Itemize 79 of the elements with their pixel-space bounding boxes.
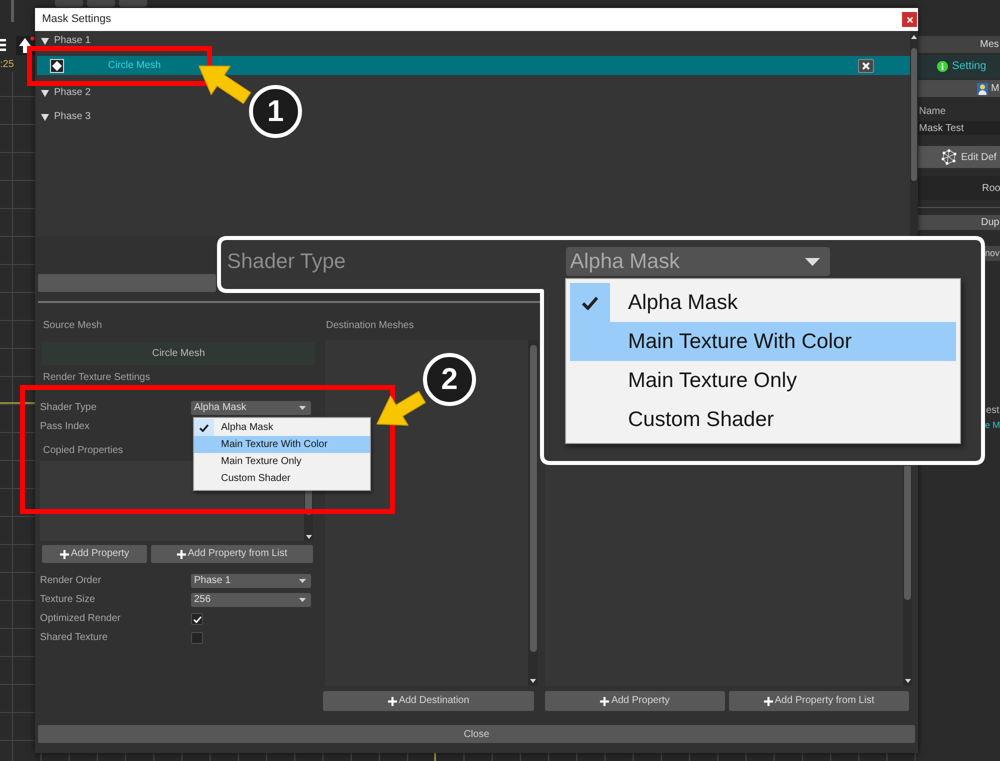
dropdown[interactable]: Alpha Mask (191, 401, 311, 415)
menu-item[interactable]: Main Texture Only (194, 453, 370, 470)
plus-icon (388, 696, 397, 706)
scroll-down-icon[interactable] (306, 535, 312, 539)
add-button[interactable]: Add Property from List (729, 691, 909, 711)
dropdown[interactable]: Phase 1 (191, 574, 311, 588)
person-icon (977, 82, 988, 94)
triangle-down-icon[interactable] (41, 90, 49, 96)
field-label: Pass Index (40, 421, 90, 433)
scroll-down-icon[interactable] (904, 679, 910, 683)
caret-icon (805, 258, 820, 266)
info-icon (937, 61, 948, 72)
window-title: Mask Settings (42, 13, 112, 26)
dropdown[interactable]: 256 (191, 593, 311, 607)
remove-button[interactable] (858, 58, 874, 72)
panel-text: e M (985, 420, 1000, 431)
caret-icon (299, 598, 306, 602)
plus-icon (600, 696, 610, 706)
scroll-down-icon[interactable] (530, 679, 536, 683)
callout-arrow (376, 390, 426, 426)
section-label: Source Mesh (43, 320, 102, 331)
field-label: Name (918, 106, 946, 118)
triangle-down-icon[interactable] (41, 114, 49, 120)
menu-item[interactable]: Custom Shader (194, 470, 370, 487)
dropdown[interactable]: Alpha Mask (566, 247, 830, 276)
close-button[interactable] (902, 12, 917, 27)
field-label: Render Order (40, 575, 102, 587)
checkbox[interactable] (191, 632, 203, 644)
checkbox[interactable] (191, 613, 203, 625)
callout-arrow (198, 66, 252, 104)
panel-button[interactable]: Dup (918, 215, 1000, 230)
panel-button[interactable]: M (918, 80, 1000, 97)
close-icon (862, 62, 870, 70)
name-field[interactable]: Mask Test (918, 121, 1000, 135)
add-button[interactable]: Add Property (42, 545, 147, 563)
plus-icon (60, 550, 69, 558)
close-dialog-button[interactable]: Close (38, 725, 915, 743)
tree-group-item[interactable]: Phase 1 (37, 35, 910, 47)
menu-item[interactable]: Alpha Mask (570, 283, 956, 322)
panel-button[interactable]: Roo (918, 176, 1000, 200)
check-icon (199, 424, 209, 432)
triangle-down-icon[interactable] (41, 38, 49, 44)
section-label: Destination Meshes (326, 320, 414, 331)
network-icon (941, 149, 957, 165)
field-label: Shader Type (40, 402, 97, 414)
panel-text: est (986, 405, 1000, 416)
add-button[interactable]: Add Destination (323, 691, 534, 711)
scrollbar-thumb[interactable] (911, 48, 917, 181)
time-label: :25 (0, 58, 14, 72)
panel-button[interactable]: nov (985, 246, 1000, 261)
scrollbar-thumb[interactable] (904, 466, 911, 600)
panel-button[interactable]: Edit Def (918, 146, 1000, 168)
field-label: Texture Size (40, 594, 96, 606)
add-button[interactable]: Add Property (545, 691, 725, 711)
section-label: Render Texture Settings (43, 372, 150, 383)
close-icon (906, 16, 912, 22)
caret-icon (299, 406, 306, 410)
menu-icon[interactable] (0, 39, 6, 51)
tab[interactable]: Setting (918, 55, 1000, 78)
section-label: Copied Properties (43, 445, 124, 456)
field-label: Optimized Render (40, 613, 121, 625)
add-button[interactable]: Add Property from List (151, 545, 313, 563)
panel-header: Mes (918, 36, 1000, 53)
check-icon (192, 616, 202, 622)
plus-icon (176, 550, 186, 558)
diamond-icon (50, 58, 64, 72)
scrollbar-thumb[interactable] (530, 345, 536, 652)
check-icon (581, 296, 599, 310)
plus-icon (764, 696, 773, 706)
menu-item[interactable]: Main Texture With Color (194, 436, 370, 453)
menu-item[interactable]: Main Texture With Color (570, 322, 956, 361)
field-label: Shader Type (227, 248, 346, 274)
menu-item[interactable]: Custom Shader (570, 400, 956, 439)
scroll-up-icon[interactable] (911, 35, 917, 39)
caret-icon (299, 579, 306, 583)
menu-item[interactable]: Alpha Mask (194, 419, 370, 436)
source-mesh-field[interactable]: Circle Mesh (42, 342, 315, 365)
field-label: Shared Texture (40, 632, 108, 644)
menu-item[interactable]: Main Texture Only (570, 361, 956, 400)
